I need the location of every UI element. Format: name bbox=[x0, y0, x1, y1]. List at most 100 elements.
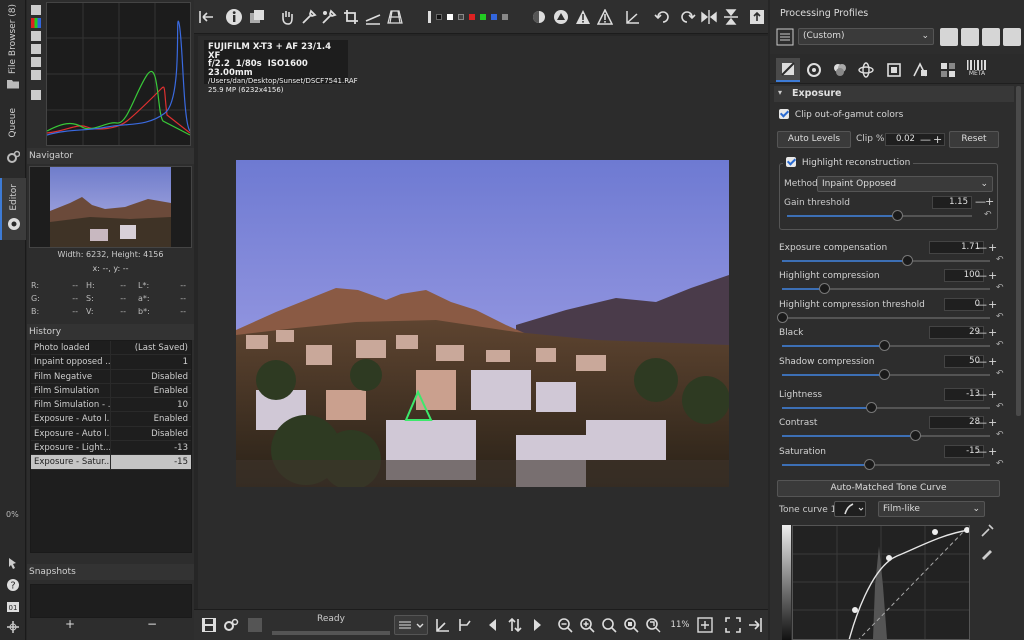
history-branch-icon[interactable] bbox=[456, 616, 474, 634]
cursor-icon[interactable] bbox=[0, 556, 26, 572]
zoom-100-icon[interactable] bbox=[600, 616, 618, 634]
add-snapshot-button[interactable]: + bbox=[30, 618, 110, 632]
clip-minus-button[interactable]: — bbox=[920, 134, 931, 145]
slider-knob[interactable] bbox=[878, 369, 890, 380]
preview-white-swatch[interactable] bbox=[447, 14, 453, 20]
tab-advanced-icon[interactable] bbox=[858, 62, 874, 78]
chroma-icon[interactable] bbox=[31, 44, 41, 54]
slider-track[interactable] bbox=[782, 340, 990, 351]
slider-plus-button[interactable]: + bbox=[988, 389, 997, 400]
slider-plus-button[interactable]: + bbox=[988, 356, 997, 367]
reset-slider-icon[interactable]: ↶ bbox=[996, 403, 1006, 412]
green-channel-swatch[interactable] bbox=[480, 14, 486, 20]
slider-minus-button[interactable]: — bbox=[976, 242, 987, 253]
blue-channel-swatch[interactable] bbox=[491, 14, 497, 20]
tab-editor[interactable]: Editor bbox=[0, 178, 26, 240]
angle-icon[interactable] bbox=[624, 8, 642, 26]
clip-gamut-checkbox[interactable] bbox=[779, 109, 789, 119]
reset-slider-icon[interactable]: ↶ bbox=[996, 370, 1006, 379]
slider-knob[interactable] bbox=[901, 255, 913, 266]
clip-plus-button[interactable]: + bbox=[933, 134, 942, 145]
profile-select[interactable]: (Custom) ⌄ bbox=[798, 28, 934, 45]
external-editor-icon[interactable] bbox=[246, 616, 264, 634]
queue-add-icon[interactable] bbox=[222, 616, 240, 634]
slider-minus-button[interactable]: — bbox=[976, 446, 987, 457]
copy-profile-icon[interactable] bbox=[982, 28, 1000, 46]
curve-mode-button[interactable] bbox=[834, 501, 866, 517]
bit-depth-icon[interactable]: 01 bbox=[0, 600, 26, 616]
highlight-warning-icon[interactable] bbox=[596, 8, 614, 26]
white-balance-picker-icon[interactable] bbox=[300, 8, 318, 26]
slider-minus-button[interactable]: — bbox=[976, 299, 987, 310]
move-icon[interactable] bbox=[0, 620, 26, 636]
hand-tool-icon[interactable] bbox=[278, 8, 296, 26]
histogram-matching-combo[interactable] bbox=[394, 615, 428, 635]
tone-curve-editor[interactable] bbox=[792, 525, 970, 640]
preview-toggle-icon[interactable] bbox=[428, 11, 431, 23]
history-row[interactable]: Inpaint opposed ... 1 bbox=[31, 355, 191, 370]
slider-knob[interactable] bbox=[910, 430, 922, 441]
zoom-out-icon[interactable] bbox=[556, 616, 574, 634]
folder-icon[interactable] bbox=[0, 78, 26, 96]
slider-plus-button[interactable]: + bbox=[988, 327, 997, 338]
slider-plus-button[interactable]: + bbox=[988, 242, 997, 253]
profile-list-icon[interactable] bbox=[776, 28, 794, 46]
remove-snapshot-button[interactable]: − bbox=[112, 618, 192, 632]
slider-knob[interactable] bbox=[866, 402, 878, 413]
slider-plus-button[interactable]: + bbox=[988, 446, 997, 457]
slider-plus-button[interactable]: + bbox=[988, 417, 997, 428]
tab-metadata[interactable]: META bbox=[966, 60, 988, 78]
zoom-fit-icon[interactable] bbox=[622, 616, 640, 634]
gamut-icon[interactable] bbox=[552, 8, 570, 26]
history-row[interactable]: Photo loaded (Last Saved) bbox=[31, 341, 191, 356]
reset-slider-icon[interactable]: ↶ bbox=[996, 284, 1006, 293]
perspective-icon[interactable] bbox=[386, 8, 404, 26]
slider-track[interactable] bbox=[782, 459, 990, 470]
info-icon[interactable] bbox=[224, 8, 244, 26]
curve-picker-icon[interactable] bbox=[980, 524, 994, 538]
slider-track[interactable] bbox=[782, 430, 990, 441]
reset-slider-icon[interactable]: ↶ bbox=[996, 341, 1006, 350]
hide-left-panel-icon[interactable] bbox=[198, 8, 216, 26]
help-icon[interactable]: ? bbox=[0, 578, 26, 594]
history-row[interactable]: Film Negative Disabled bbox=[31, 369, 191, 384]
highlight-recon-checkbox[interactable] bbox=[786, 157, 796, 167]
reset-button[interactable]: Reset bbox=[949, 131, 999, 148]
luminosity-swatch[interactable] bbox=[502, 14, 508, 20]
tab-details-icon[interactable] bbox=[806, 62, 822, 78]
slider-minus-button[interactable]: — bbox=[976, 389, 987, 400]
rotate-left-icon[interactable] bbox=[654, 8, 672, 26]
slider-minus-button[interactable]: — bbox=[976, 327, 987, 338]
clip-gamut-row[interactable]: Clip out-of-gamut colors bbox=[779, 109, 903, 120]
flip-vertical-icon[interactable] bbox=[722, 8, 740, 26]
crop-icon[interactable] bbox=[342, 8, 360, 26]
tab-color-icon[interactable] bbox=[832, 62, 848, 78]
slider-track[interactable] bbox=[782, 402, 990, 413]
preview-black-swatch[interactable] bbox=[436, 14, 442, 20]
slider-plus-button[interactable]: + bbox=[988, 270, 997, 281]
save-profile-icon[interactable] bbox=[961, 28, 979, 46]
next-image-icon[interactable] bbox=[528, 616, 546, 634]
reset-slider-icon[interactable]: ↶ bbox=[996, 256, 1006, 265]
tab-transform-icon[interactable] bbox=[886, 62, 902, 78]
bar-display-icon[interactable] bbox=[31, 70, 41, 80]
slider-track[interactable] bbox=[782, 369, 990, 380]
preview-gray-swatch[interactable] bbox=[458, 14, 464, 20]
perspective-tool-icon[interactable] bbox=[434, 616, 452, 634]
straighten-icon[interactable] bbox=[364, 8, 382, 26]
history-row[interactable]: Film Simulation - ... 10 bbox=[31, 398, 191, 413]
rotate-right-icon[interactable] bbox=[678, 8, 696, 26]
save-icon[interactable] bbox=[200, 616, 218, 634]
focus-mask-icon[interactable] bbox=[530, 8, 548, 26]
hide-bottom-panel-icon[interactable] bbox=[746, 616, 764, 634]
shadow-warning-icon[interactable] bbox=[574, 8, 592, 26]
slider-minus-button[interactable]: — bbox=[976, 417, 987, 428]
gain-threshold-field[interactable]: 1.15 bbox=[932, 196, 972, 209]
zoom-fit-crop-icon[interactable] bbox=[644, 616, 662, 634]
method-select[interactable]: Inpaint Opposed ⌄ bbox=[817, 176, 993, 192]
hide-right-panel-icon[interactable] bbox=[748, 8, 766, 26]
color-picker-icon[interactable] bbox=[320, 8, 338, 26]
highlight-recon-row[interactable]: Highlight reconstruction bbox=[783, 157, 914, 168]
luminance-icon[interactable] bbox=[31, 31, 41, 41]
new-detail-window-icon[interactable] bbox=[696, 616, 714, 634]
